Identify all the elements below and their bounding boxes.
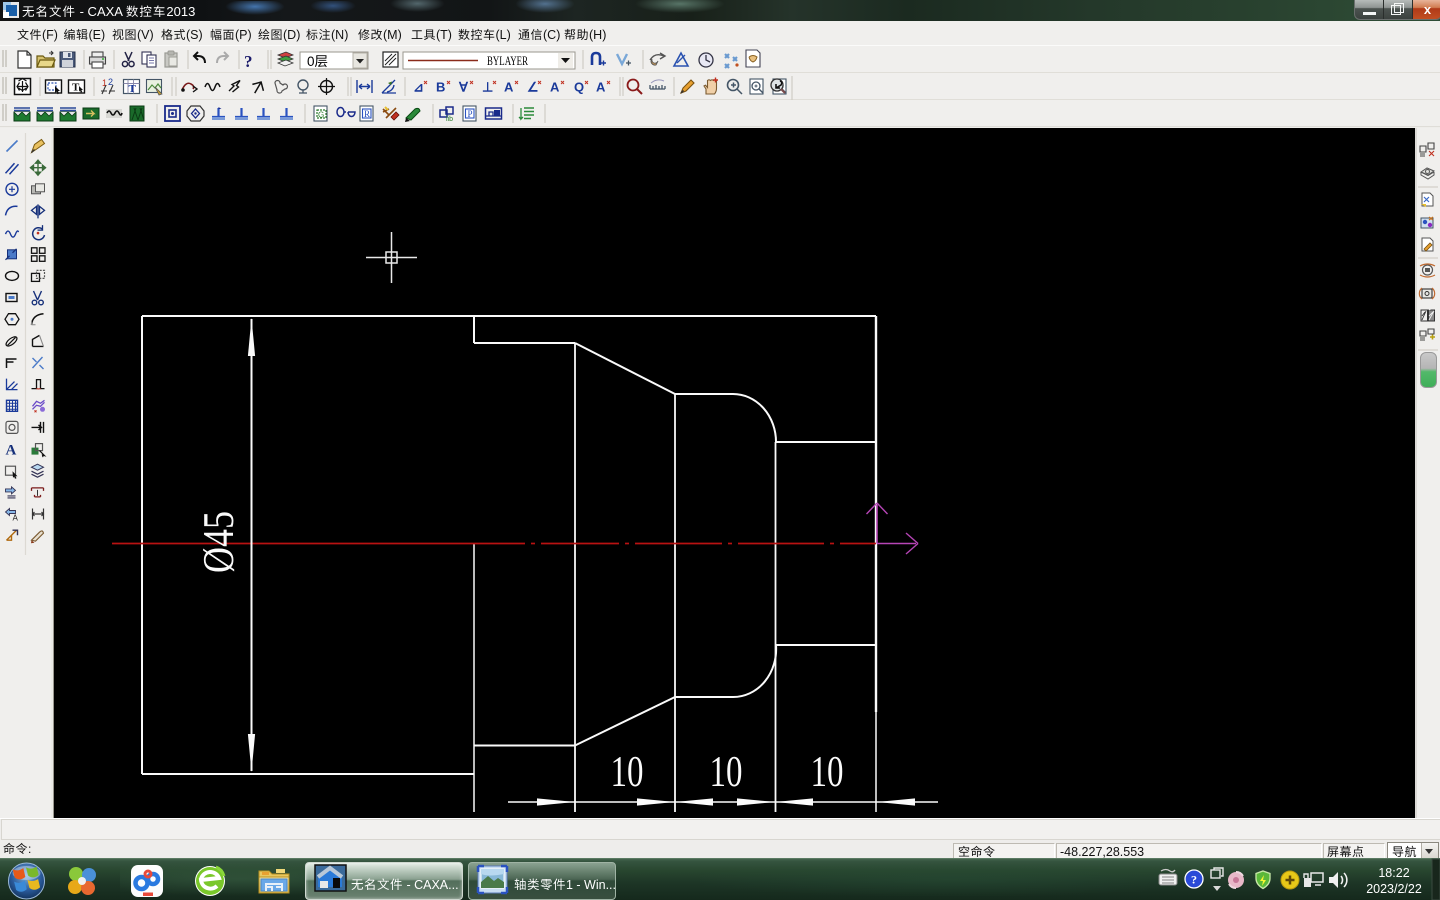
svg-text:⊿: ⊿: [413, 80, 424, 95]
svg-text::: :: [28, 842, 31, 856]
svg-text:(D): (D): [283, 28, 300, 42]
svg-text:∀: ∀: [458, 80, 469, 95]
svg-text:(P): (P): [235, 28, 252, 42]
svg-text:(M): (M): [383, 28, 402, 42]
svg-text:BYLAYER: BYLAYER: [487, 53, 528, 68]
svg-text:A: A: [13, 514, 19, 523]
svg-text:(S): (S): [186, 28, 203, 42]
svg-text:G: G: [318, 111, 324, 120]
svg-text:T: T: [129, 83, 137, 95]
svg-text:(H): (H): [589, 28, 606, 42]
svg-text:R: R: [364, 109, 370, 119]
svg-text:T: T: [72, 82, 80, 94]
svg-text:(L): (L): [496, 28, 511, 42]
svg-text:(F): (F): [42, 28, 58, 42]
svg-text:B: B: [436, 80, 445, 95]
svg-text:0: 0: [307, 54, 315, 69]
svg-text:Q: Q: [574, 80, 584, 95]
svg-text:P: P: [468, 109, 473, 119]
svg-text:1: 1: [102, 78, 107, 88]
svg-text:2023/2/22: 2023/2/22: [1366, 882, 1422, 896]
svg-text:1 - Win...: 1 - Win...: [566, 878, 616, 892]
svg-text:?: ?: [1191, 873, 1197, 887]
svg-text:- CAXA: - CAXA: [76, 4, 123, 19]
svg-text:∠: ∠: [527, 80, 539, 95]
svg-text:(T): (T): [436, 28, 452, 42]
svg-text:(C): (C): [543, 28, 560, 42]
svg-text:A: A: [6, 443, 17, 459]
svg-text:- CAXA...: - CAXA...: [403, 878, 459, 892]
svg-text:(N): (N): [331, 28, 348, 42]
svg-text:2013: 2013: [166, 4, 195, 19]
svg-text:18:22: 18:22: [1378, 866, 1409, 880]
svg-text:lib: lib: [446, 116, 453, 123]
svg-text:⊥: ⊥: [482, 80, 493, 95]
svg-text:A: A: [504, 80, 514, 95]
svg-text:?: ?: [244, 52, 253, 71]
svg-text:A: A: [550, 80, 560, 95]
svg-text:(E): (E): [89, 28, 106, 42]
svg-text:-48.227,28.553: -48.227,28.553: [1060, 845, 1144, 859]
svg-text:(V): (V): [137, 28, 154, 42]
svg-text:A: A: [596, 80, 606, 95]
